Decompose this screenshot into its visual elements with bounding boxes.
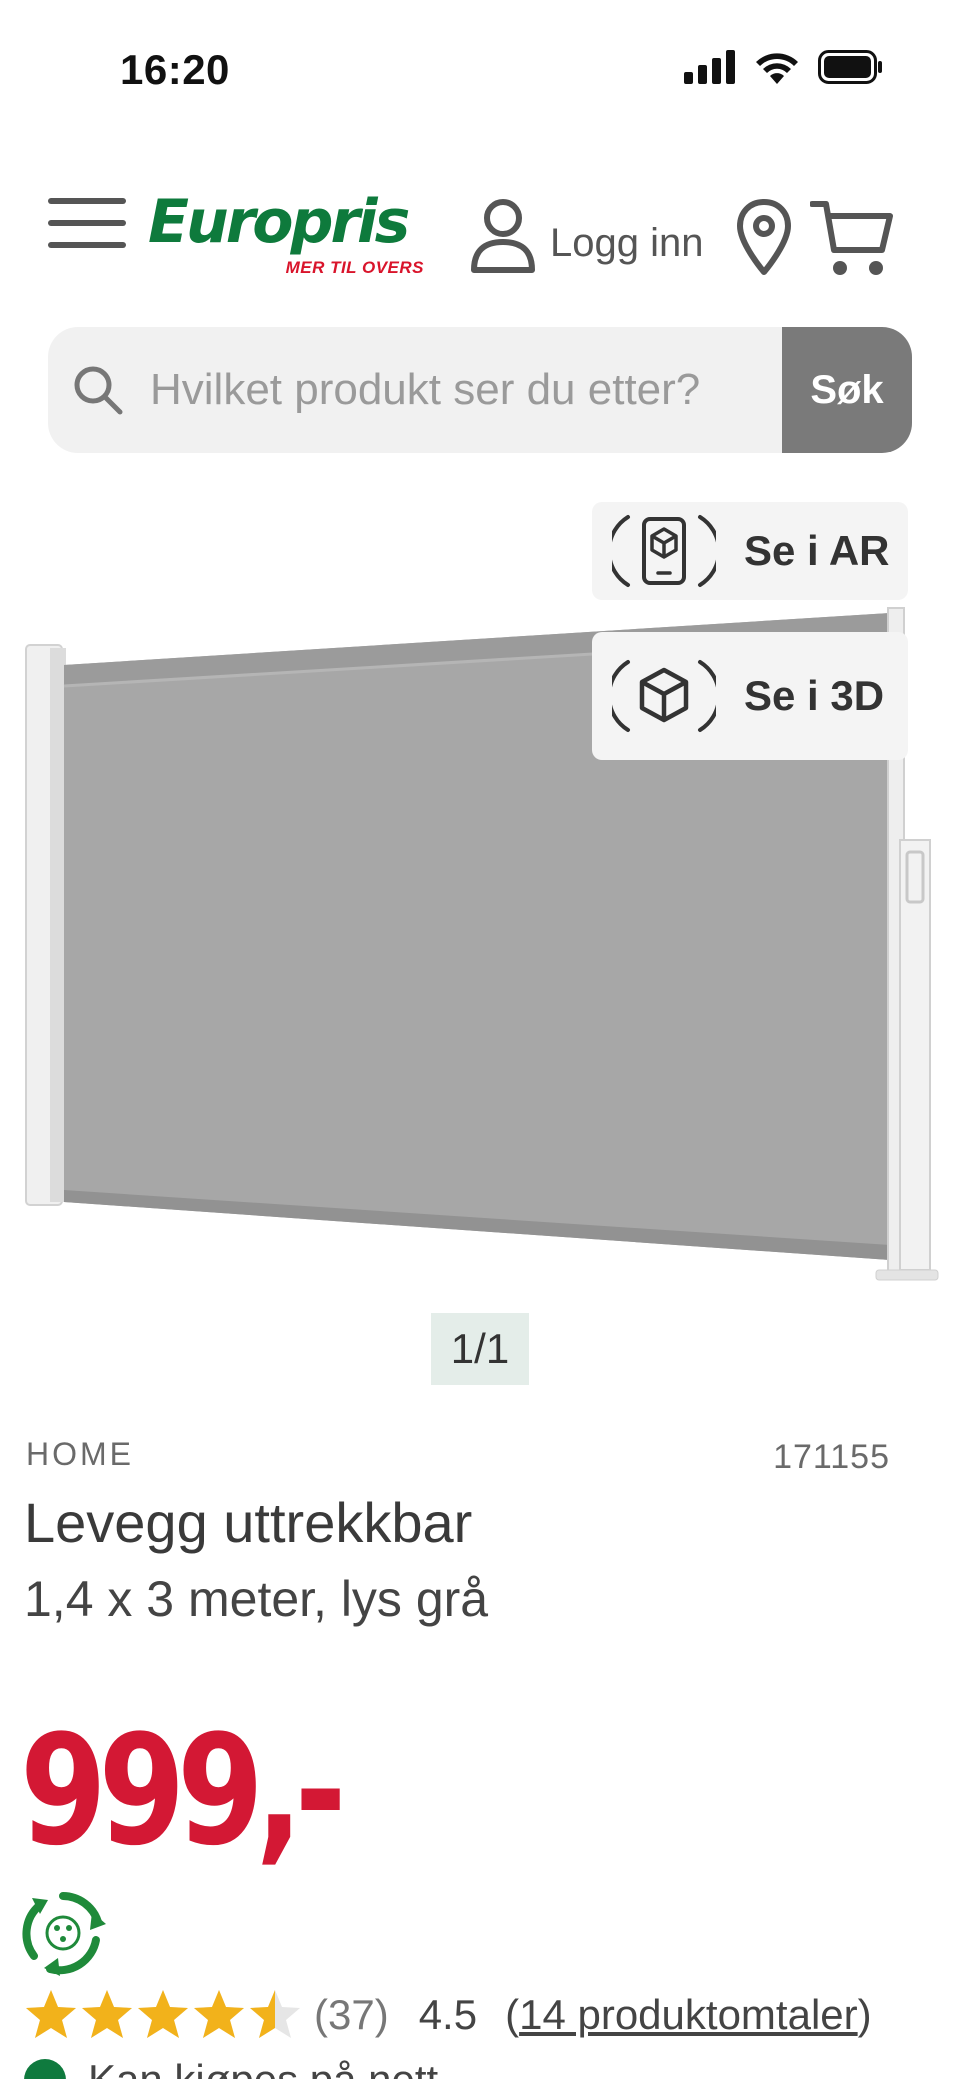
shopping-cart-icon[interactable]	[810, 198, 894, 280]
reviews-link-label[interactable]: 14 produktomtaler	[519, 1991, 858, 2038]
stock-status-text: Kan kjøpes på nett	[88, 2056, 438, 2079]
hamburger-menu-icon[interactable]	[46, 190, 128, 252]
logo-tagline: MER TIL OVERS	[285, 258, 424, 277]
battery-icon	[818, 50, 882, 84]
search-input[interactable]	[150, 327, 790, 453]
product-brand[interactable]: HOME	[26, 1436, 134, 1473]
star-icon	[82, 1990, 132, 2038]
status-bar: 16:20	[0, 0, 960, 140]
search-bar: Søk	[48, 327, 912, 453]
reviews-link-open-paren: (	[505, 1991, 520, 2038]
site-header: Europris MER TIL OVERS Logg inn	[0, 180, 960, 300]
stock-status-dot	[24, 2059, 66, 2079]
3d-cube-icon	[612, 660, 716, 732]
rating-count: (37)	[314, 1991, 389, 2038]
search-icon	[74, 366, 123, 415]
product-image[interactable]	[0, 500, 960, 1300]
star-icon	[194, 1990, 244, 2038]
product-rating[interactable]: (37) 4.5 (14 produktomtaler)	[24, 1985, 872, 2045]
product-sku: 171155	[773, 1438, 890, 1476]
cellular-signal-icon	[684, 50, 735, 84]
reviews-link-close-paren: )	[857, 1991, 872, 2038]
image-pager: 1/1	[431, 1313, 529, 1385]
status-time: 16:20	[120, 46, 230, 93]
rating-stars	[24, 1988, 302, 2042]
logo-wordmark: Europris	[148, 187, 410, 257]
product-price: 999,-	[20, 1702, 346, 1879]
online-stock-status: Kan kjøpes på nett	[24, 2056, 438, 2079]
view-in-ar-label: Se i AR	[744, 527, 890, 574]
store-location-icon[interactable]	[736, 198, 792, 278]
login-button[interactable]: Logg inn	[470, 198, 703, 274]
recycle-eco-icon	[22, 1892, 106, 1976]
star-icon	[250, 1990, 300, 2038]
product-subtitle: 1,4 x 3 meter, lys grå	[24, 1571, 489, 1627]
product-title: Levegg uttrekkbar	[24, 1491, 473, 1554]
star-icon	[26, 1990, 76, 2038]
reviews-link[interactable]: (14 produktomtaler)	[505, 1991, 872, 2039]
view-in-3d-button[interactable]: Se i 3D	[592, 632, 908, 760]
view-in-ar-button[interactable]: Se i AR	[592, 502, 908, 600]
europris-logo[interactable]: Europris MER TIL OVERS	[148, 186, 438, 286]
status-icons	[684, 50, 884, 84]
login-label: Logg inn	[550, 220, 704, 265]
search-button[interactable]: Søk	[782, 327, 912, 453]
view-in-3d-label: Se i 3D	[744, 672, 885, 719]
ar-phone-cube-icon	[612, 515, 716, 587]
star-icon	[138, 1990, 188, 2038]
rating-value: 4.5	[418, 1991, 478, 2038]
user-icon	[471, 199, 535, 273]
wifi-icon	[756, 53, 798, 84]
